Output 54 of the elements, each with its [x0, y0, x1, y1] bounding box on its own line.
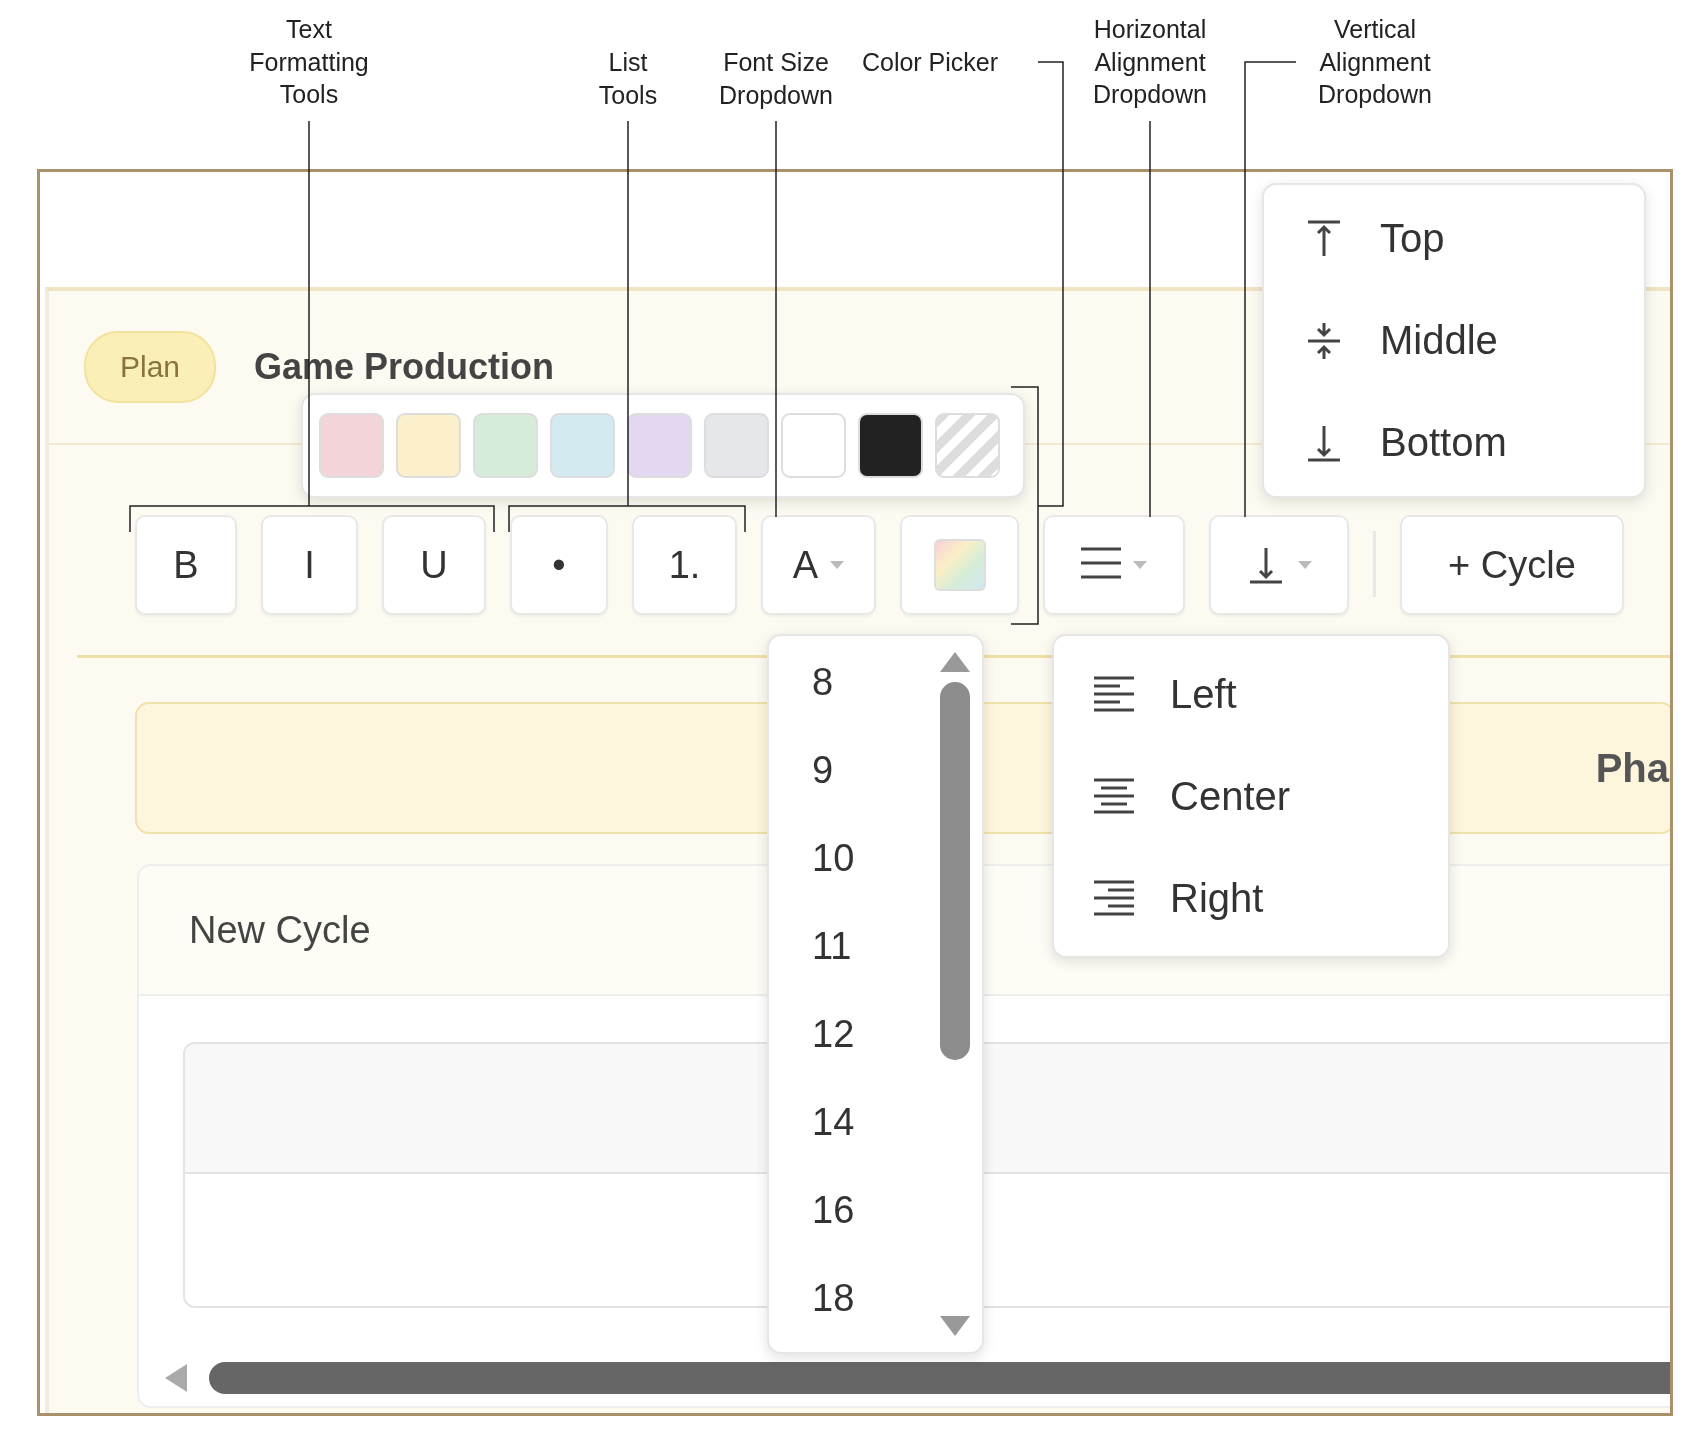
format-button[interactable]: U	[382, 515, 486, 615]
no-color-swatch[interactable]	[935, 413, 1000, 478]
font-size-option[interactable]: 10	[769, 814, 938, 902]
color-swatch[interactable]	[396, 413, 461, 478]
color-swatch[interactable]	[781, 413, 846, 478]
align-left-icon	[1094, 674, 1134, 714]
caret-icon	[830, 561, 845, 569]
color-swatch[interactable]	[550, 413, 615, 478]
color-swatch[interactable]	[473, 413, 538, 478]
scroll-left-icon[interactable]	[165, 1364, 187, 1392]
align-center-icon	[1094, 776, 1134, 816]
font-size-option[interactable]: 18	[769, 1254, 938, 1342]
font-size-option[interactable]: 8	[769, 638, 938, 726]
horizontal-scrollbar[interactable]	[209, 1362, 1670, 1394]
align-option[interactable]: Center	[1094, 745, 1448, 847]
color-picker-button[interactable]	[900, 515, 1019, 615]
color-swatch[interactable]	[627, 413, 692, 478]
cycle-title: New Cycle	[189, 908, 371, 952]
align-option[interactable]: Left	[1094, 643, 1448, 745]
color-swatch[interactable]	[704, 413, 769, 478]
annotation-label: Color Picker	[861, 47, 999, 78]
plan-badge: Plan	[84, 331, 216, 403]
align-right-icon	[1094, 878, 1134, 918]
scroll-down-icon[interactable]	[940, 1316, 970, 1336]
font-size-option[interactable]: 14	[769, 1078, 938, 1166]
font-size-option[interactable]: 11	[769, 902, 938, 990]
font-size-option[interactable]: 16	[769, 1166, 938, 1254]
font-size-dropdown[interactable]: A	[761, 515, 876, 615]
align-option[interactable]: Top	[1304, 187, 1644, 290]
horizontal-align-dropdown[interactable]	[1043, 515, 1185, 615]
align-option[interactable]: Middle	[1304, 289, 1644, 392]
align-option[interactable]: Bottom	[1304, 391, 1644, 494]
vertical-align-dropdown[interactable]	[1209, 515, 1349, 615]
add-cycle-button[interactable]: + Cycle	[1400, 515, 1624, 615]
annotation-label: List Tools	[598, 47, 658, 111]
annotation-label: Font Size Dropdown	[719, 47, 833, 111]
font-size-option[interactable]: 9	[769, 726, 938, 814]
caret-icon	[1298, 561, 1312, 569]
annotation-label: Vertical Alignment Dropdown	[1318, 14, 1432, 110]
annotation-label: Horizontal Alignment Dropdown	[1093, 14, 1207, 110]
annotation-label: Text Formatting Tools	[249, 14, 369, 110]
vertical-scrollbar[interactable]	[940, 682, 970, 1060]
format-button[interactable]: B	[135, 515, 237, 615]
font-size-option[interactable]: 12	[769, 990, 938, 1078]
format-button[interactable]: 1.	[632, 515, 737, 615]
color-swatch[interactable]	[858, 413, 923, 478]
color-swatch[interactable]	[319, 413, 384, 478]
align-option[interactable]: Right	[1094, 847, 1448, 949]
format-button[interactable]: I	[261, 515, 358, 615]
caret-icon	[1133, 561, 1147, 569]
color-swatch-icon	[933, 539, 986, 591]
scroll-up-icon[interactable]	[940, 652, 970, 672]
format-button[interactable]: •	[510, 515, 608, 615]
phase-label: Pha	[1595, 745, 1669, 791]
